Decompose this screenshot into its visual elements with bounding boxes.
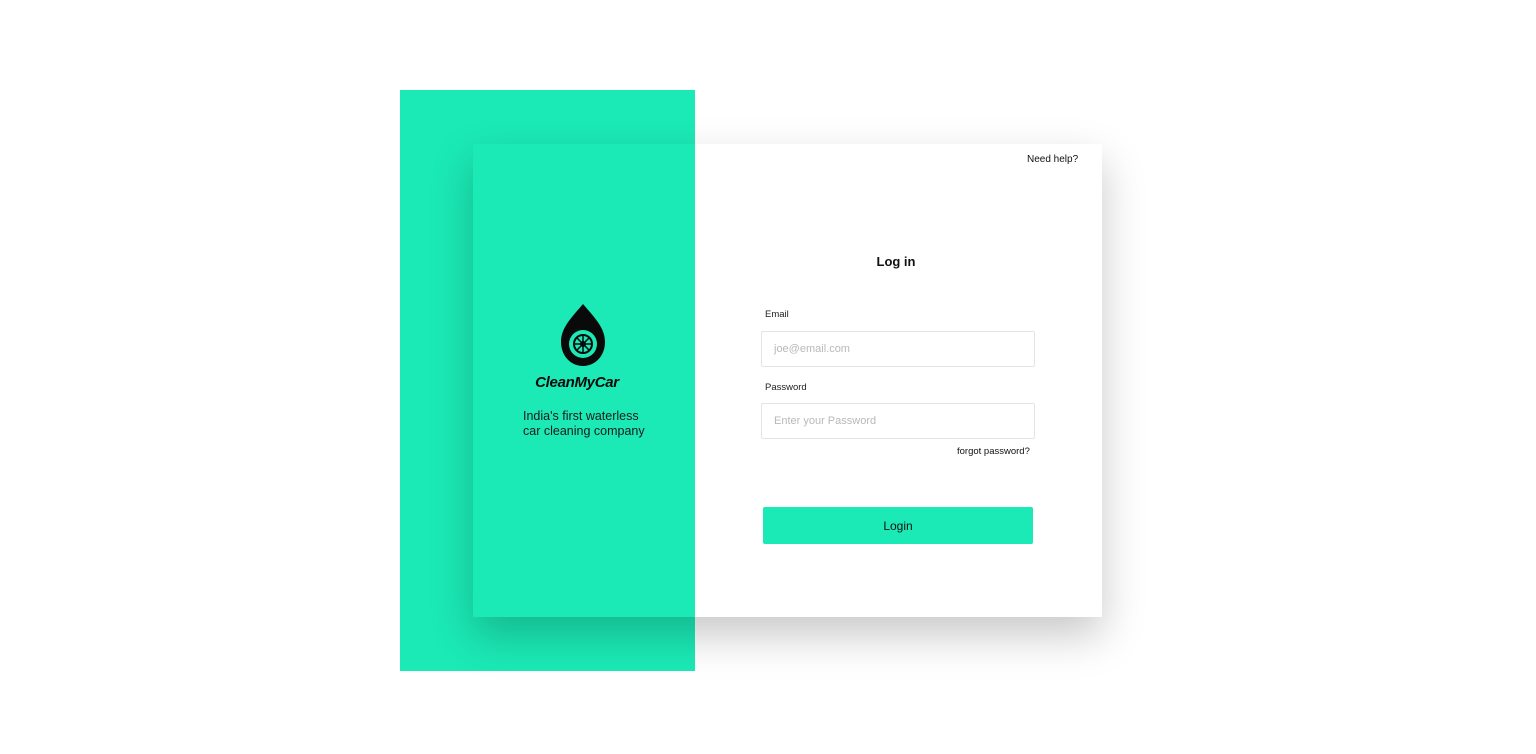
water-drop-wheel-icon: [561, 304, 605, 366]
password-field[interactable]: [761, 403, 1035, 439]
forgot-password-link[interactable]: forgot password?: [957, 446, 1030, 457]
email-label: Email: [765, 309, 789, 320]
email-field[interactable]: [761, 331, 1035, 367]
brand-tagline: India's first waterless car cleaning com…: [523, 409, 645, 438]
logo: [551, 300, 615, 370]
need-help-link[interactable]: Need help?: [1027, 154, 1078, 165]
password-label: Password: [765, 382, 807, 393]
login-button[interactable]: Login: [763, 507, 1033, 544]
brand-name: CleanMyCar: [535, 374, 619, 391]
login-card: CleanMyCar India's first waterless car c…: [473, 144, 1102, 617]
page-title: Log in: [876, 254, 916, 269]
brand-panel: CleanMyCar India's first waterless car c…: [473, 144, 695, 617]
